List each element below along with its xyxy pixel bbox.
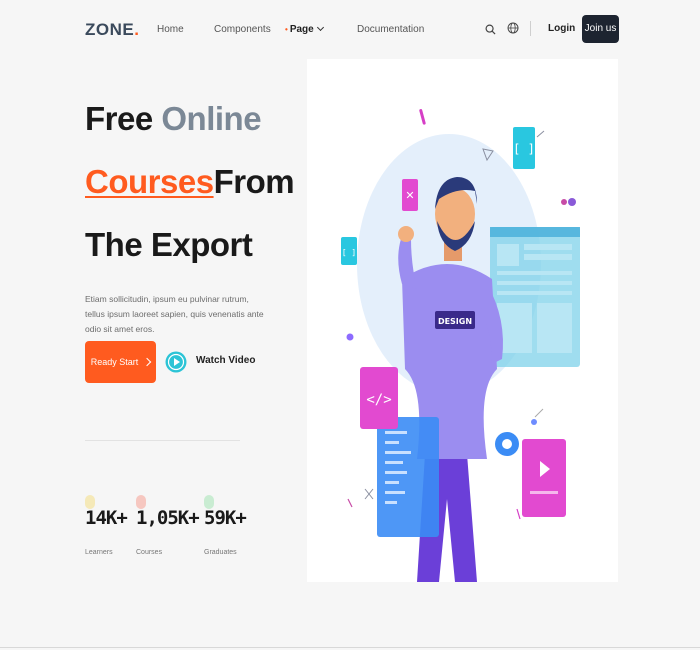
ready-start-button[interactable]: Ready Start xyxy=(85,341,156,383)
svg-text:</>: </> xyxy=(366,392,391,408)
stat-value-courses: 1,05K+ xyxy=(136,507,200,529)
chevron-right-icon xyxy=(143,357,152,367)
ready-start-label: Ready Start xyxy=(90,357,139,367)
stat-value-learners: 14K+ xyxy=(85,507,128,529)
section-divider xyxy=(85,440,240,441)
hero-heading-line-2: CoursesFrom xyxy=(85,163,295,200)
active-dot: • xyxy=(285,25,288,34)
svg-text:DESIGN: DESIGN xyxy=(438,317,472,326)
svg-text:[ ]: [ ] xyxy=(513,142,535,156)
hero-heading-line-3: The Export xyxy=(85,226,253,263)
logo[interactable]: ZONE. xyxy=(85,20,139,40)
stat-value-graduates: 59K+ xyxy=(204,507,247,529)
hero-description: Etiam sollicitudin, ipsum eu pulvinar ru… xyxy=(85,294,264,334)
svg-text:[ ]: [ ] xyxy=(342,248,356,257)
search-icon[interactable] xyxy=(485,24,496,35)
globe-icon[interactable] xyxy=(507,22,519,34)
svg-text:✕: ✕ xyxy=(405,189,414,202)
chevron-down-icon xyxy=(316,23,324,32)
hero-heading-line-1: Free Online xyxy=(85,100,262,137)
play-video-icon[interactable] xyxy=(165,341,187,383)
page-bottom-border xyxy=(0,647,700,648)
nav-link-documentation[interactable]: Documentation xyxy=(357,24,424,35)
hero-illustration: [ ] [ ] ✕ DESIGN </> xyxy=(307,59,618,582)
watch-video-link[interactable]: Watch Video xyxy=(196,355,255,366)
nav-link-page[interactable]: • Page xyxy=(285,23,324,35)
login-link[interactable]: Login xyxy=(548,23,575,34)
top-navbar: ZONE. Home Components • Page Documentatio… xyxy=(0,0,700,58)
nav-divider xyxy=(530,21,531,36)
stat-label-courses: Courses xyxy=(136,549,163,556)
nav-page-label: Page xyxy=(289,24,314,35)
nav-link-home[interactable]: Home xyxy=(157,24,184,35)
stat-label-graduates: Graduates xyxy=(204,549,237,556)
join-us-button[interactable]: Join us xyxy=(582,15,619,43)
nav-link-components[interactable]: Components xyxy=(214,24,271,35)
designer-illustration: [ ] [ ] ✕ DESIGN </> xyxy=(341,109,580,582)
stat-label-learners: Learners xyxy=(85,549,113,556)
